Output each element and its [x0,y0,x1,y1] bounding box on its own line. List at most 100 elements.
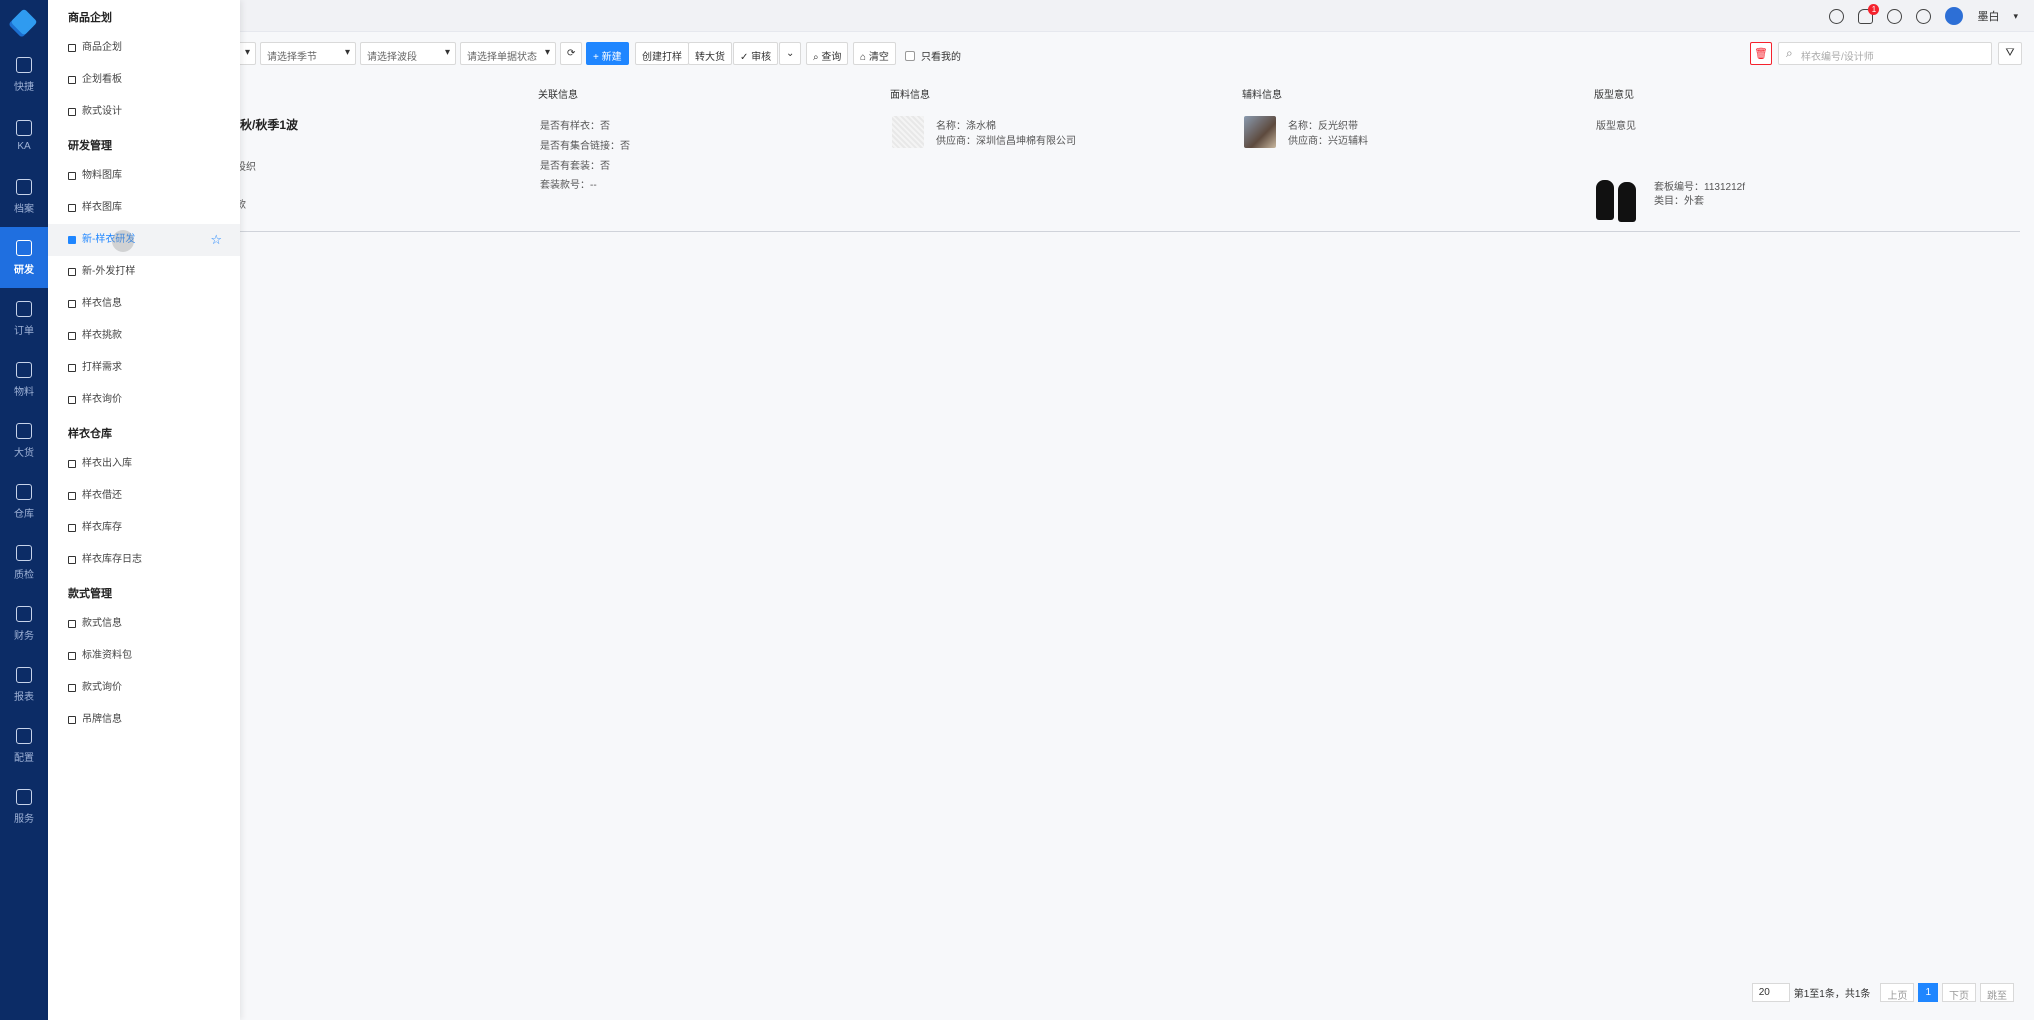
search-input[interactable]: 样衣编号/设计师 [1778,42,1992,65]
menu-item[interactable]: 新-样衣研发 ☆ [48,224,240,256]
flask-icon [16,544,32,561]
menu-group-title: 款式管理 [68,588,112,600]
table-header: 关联信息 面料信息 辅料信息 版型意见 [48,82,2020,104]
order-icon [16,300,32,317]
rail-item-6[interactable]: 大货 [0,410,48,471]
menu-group-title: 商品企划 [68,12,112,24]
menu-item[interactable]: 吊牌信息 [48,704,240,736]
rail-item-label: 快捷 [14,81,34,93]
headset-icon[interactable] [1916,8,1932,24]
menu-item-icon [68,172,76,180]
menu-item[interactable]: 款式设计 [48,96,240,128]
warehouse-icon [16,483,32,500]
rail-item-0[interactable]: 快捷 [0,44,48,105]
rail-item-9[interactable]: 财务 [0,593,48,654]
menu-item[interactable]: 样衣库存日志 [48,544,240,576]
rail-item-1[interactable]: KA [0,105,48,166]
clear-button[interactable]: ⌂ 清空 [853,42,896,65]
garment-front-image[interactable] [1596,180,1614,220]
logo-icon [10,8,38,36]
menu-item-label: 款式信息 [82,618,122,629]
pattern-opinion: 版型意见 [1596,121,1636,132]
accessory-name: 名称：反光织带 [1288,121,1358,132]
status-select[interactable]: 请选择单据状态 [460,42,556,65]
wave-select[interactable]: 请选择波段 [360,42,456,65]
header-linked: 关联信息 [538,90,578,101]
clear-label: 清空 [868,52,889,63]
menu-item-icon [68,364,76,372]
menu-item[interactable]: 样衣库存 [48,512,240,544]
rail-item-label: 仓库 [14,508,34,520]
menu-item-icon [68,268,76,276]
garment-back-image[interactable] [1618,182,1636,222]
review-button[interactable]: ✓ 审核 [733,42,779,65]
sparkle-icon[interactable] [1887,8,1903,24]
menu-item-label: 样衣询价 [82,394,122,405]
menu-group-title: 样衣仓库 [68,428,112,440]
pattern-number: 套板编号：1131212f [1654,182,1745,193]
rail-item-3[interactable]: 研发 [0,227,48,288]
filter-button[interactable]: ⛛ [1998,42,2022,65]
avatar[interactable] [1945,7,1964,25]
trash-button[interactable]: 🗑 [1750,42,1772,65]
username[interactable]: 墨白 [1977,8,1999,24]
menu-item-label: 样衣出入库 [82,458,132,469]
bell-icon[interactable]: 1 [1858,3,1880,24]
refresh-button[interactable]: ⟳ [560,42,582,65]
rail-item-label: 质检 [14,569,34,581]
season-select[interactable]: 请选择季节 [260,42,356,65]
query-button[interactable]: ⌕ 查询 [806,42,849,65]
next-page-button[interactable]: 下页 [1942,982,1976,1002]
page-size-select[interactable]: 20 [1751,982,1790,1002]
create-sample-button[interactable]: 创建打样 [635,42,689,65]
menu-item[interactable]: 样衣询价 [48,384,240,416]
menu-item[interactable]: 新-外发打样 [48,256,240,288]
header-fabric: 面料信息 [890,90,930,101]
prev-page-button[interactable]: 上页 [1880,982,1915,1002]
menu-item[interactable]: 样衣图库 [48,192,240,224]
rail-item-2[interactable]: 档案 [0,166,48,227]
page-1-button[interactable]: 1 [1918,982,1938,1002]
menu-item[interactable]: 样衣信息 [48,288,240,320]
menu-item[interactable]: 样衣出入库 [48,448,240,480]
new-button[interactable]: + 新建 [586,42,629,65]
menu-item[interactable]: 款式询价 [48,672,240,704]
chevron-down-icon[interactable]: ▾ [2013,11,2018,22]
rail-item-label: 订单 [14,325,34,337]
menu-item[interactable]: 样衣借还 [48,480,240,512]
rail-item-12[interactable]: 服务 [0,776,48,837]
help-icon[interactable] [1829,8,1845,24]
star-icon[interactable]: ☆ [210,224,222,256]
rail-item-4[interactable]: 订单 [0,288,48,349]
rail-item-label: 研发 [14,264,34,276]
menu-item[interactable]: 样衣挑款 [48,320,240,352]
rail-item-label: 财务 [14,630,34,642]
rail-item-10[interactable]: 报表 [0,654,48,715]
checkbox-box[interactable] [905,50,915,61]
goto-page-button[interactable]: 跳至 [1980,982,2014,1002]
table-row[interactable]: J/秋/秋季1波 设织 款 是否有样衣：否 是否有集合链接：否 是否有套装：否 … [48,108,2020,232]
accessory-supplier: 供应商：兴迈辅料 [1288,136,1368,147]
menu-item[interactable]: 标准资料包 [48,640,240,672]
menu-item-label: 标准资料包 [82,650,132,661]
menu-item[interactable]: 商品企划 [48,32,240,64]
menu-item-label: 商品企划 [82,42,122,53]
accessory-thumbnail[interactable] [1244,116,1276,148]
menu-item[interactable]: 物料图库 [48,160,240,192]
rail-item-11[interactable]: 配置 [0,715,48,776]
menu-item[interactable]: 打样需求 [48,352,240,384]
rail-item-8[interactable]: 质检 [0,532,48,593]
menu-item-icon [68,204,76,212]
menu-group-title: 研发管理 [68,140,112,152]
menu-item[interactable]: 款式信息 [48,608,240,640]
menu-item[interactable]: 企划看板 [48,64,240,96]
fabric-thumbnail[interactable] [892,116,924,148]
rail-item-7[interactable]: 仓库 [0,471,48,532]
shirt-icon [16,239,32,256]
to-bulk-button[interactable]: 转大货 [688,42,732,65]
only-mine-checkbox[interactable]: 只看我的 [905,48,961,63]
app-logo[interactable] [0,0,48,44]
review-dropdown-button[interactable]: ⌄ [779,42,801,65]
bulk-icon [16,422,32,439]
rail-item-5[interactable]: 物料 [0,349,48,410]
